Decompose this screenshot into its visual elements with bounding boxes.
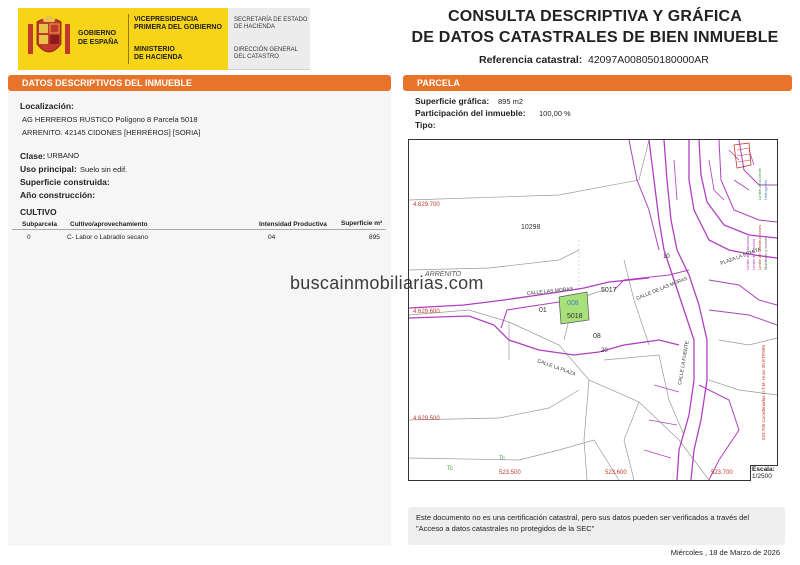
coord-label: 4.629.700	[413, 202, 440, 208]
tipo-label: Tipo:	[415, 120, 436, 130]
disclaimer-notice: Este documento no es una certificación c…	[408, 507, 785, 545]
logo-ministerio-line2: DE HACIENDA	[134, 54, 183, 61]
cadastral-map-drawing: 4.629.700 4.629.600 4.629.500 523.500 52…	[409, 140, 777, 480]
coat-of-arms-icon	[28, 15, 70, 54]
logo-separator	[128, 14, 129, 64]
parcela-header: PARCELA	[403, 75, 792, 91]
cultivo-cell-superficie: 895	[369, 234, 380, 241]
document-date: Miércoles , 18 de Marzo de 2026	[670, 548, 780, 557]
cultivo-header-cultivo: Cultivo/aprovechamiento	[70, 221, 148, 228]
cultivo-header-intensidad: Intensidad Productiva	[259, 221, 327, 228]
coord-label: 523.600	[605, 470, 627, 476]
street-label: PLAZA LA ERMITA	[720, 246, 763, 266]
coord-label: 523.500	[499, 470, 521, 476]
utm-legend: 523.700 Coordenadas U.T.M. Huso 30 ETRS8…	[761, 344, 766, 440]
logo-gobierno-line2: DE ESPAÑA	[78, 39, 119, 46]
logo-direccion-line1: DIRECCIÓN GENERAL	[234, 47, 299, 53]
cultivo-header-subparcela: Subparcela	[22, 221, 58, 228]
parcel-label: 01	[539, 307, 547, 314]
logo-gobierno-line1: GOBIERNO	[78, 30, 117, 37]
participacion-value: 100,00 %	[539, 109, 571, 118]
document-title-line1: CONSULTA DESCRIPTIVA Y GRÁFICA	[447, 8, 742, 25]
scale-value: 1/2500	[752, 473, 772, 480]
street-label: CALLE LA PLAZA	[536, 358, 577, 378]
land-use-label: Tc	[499, 456, 505, 462]
cultivo-header-divider	[12, 229, 386, 230]
cultivo-cell-subparcela: 0	[27, 234, 31, 241]
uso-principal-value: Suelo sin edif.	[80, 165, 128, 174]
participacion-label: Participación del inmueble:	[415, 108, 526, 118]
localizacion-line1: AG HERREROS RUSTICO Polígono 8 Parcela 5…	[22, 115, 198, 124]
map-legend-item: Mobiliario y aceras	[763, 237, 768, 270]
localizacion-line2: ARRENITO. 42145 CIDONES [HERREROS] [SORI…	[22, 128, 201, 137]
coord-label: 4.629.600	[413, 309, 440, 315]
cultivo-title: CULTIVO	[20, 207, 57, 217]
cultivo-header-superficie: Superficie m²	[341, 220, 383, 227]
datos-descriptivos-header: DATOS DESCRIPTIVOS DEL INMUEBLE	[8, 75, 391, 91]
parcel-label: 5018	[567, 313, 583, 320]
logo-vicepresidencia-line2: PRIMERA DEL GOBIERNO	[134, 24, 222, 31]
parcel-label: 10	[663, 254, 670, 260]
scale-label: Escala:	[752, 466, 775, 473]
superficie-construida-label: Superficie construida:	[20, 177, 110, 187]
logo-direccion-line2: DEL CATASTRO	[234, 54, 279, 60]
watermark-text: buscainmobiliarias.com	[290, 273, 484, 293]
parcel-label: 10298	[521, 224, 541, 231]
logo-secretaria-line2: DE HACIENDA	[234, 24, 276, 30]
superficie-grafica-value: 895 m2	[498, 97, 524, 106]
clase-value: URBANO	[47, 151, 80, 160]
logo-secretaria-line1: SECRETARÍA DE ESTADO	[234, 17, 308, 23]
cadastral-map[interactable]: 4.629.700 4.629.600 4.629.500 523.500 52…	[408, 139, 778, 481]
parcel-label: 008	[567, 300, 579, 307]
parcel-label: 5017	[601, 287, 617, 294]
map-legend-item: Límite de Construcciones	[757, 225, 762, 270]
map-legend-item: Hidrografía	[763, 179, 768, 200]
cultivo-cell-cultivo: C- Labor o Labradío secano	[67, 234, 148, 241]
cultivo-cell-intensidad: 04	[268, 234, 276, 241]
document-title-line2: DE DATOS CATASTRALES DE BIEN INMUEBLE	[411, 29, 779, 46]
logo-vicepresidencia-line1: VICEPRESIDENCIA	[134, 16, 199, 23]
street-label: CALLE LA FUENTE	[677, 340, 691, 385]
street-label: CALLE DE LAS MORAS	[636, 276, 690, 302]
localizacion-label: Localización:	[20, 101, 74, 111]
logo-ministerio-line1: MINISTERIO	[134, 46, 175, 53]
land-use-label: Tc	[447, 466, 453, 472]
superficie-grafica-label: Superficie gráfica:	[415, 96, 490, 106]
coord-label: 523.700	[711, 470, 733, 476]
parcel-label: 08	[593, 333, 601, 340]
referencia-label: Referencia catastral:	[479, 54, 583, 66]
parcel-label: 20	[601, 348, 608, 354]
uso-principal-label: Uso principal:	[20, 164, 77, 174]
referencia-value: 42097A008050180000AR	[588, 54, 709, 66]
map-legend-item: Límite de Parcela	[751, 238, 756, 270]
government-logo: GOBIERNO DE ESPAÑA VICEPRESIDENCIA PRIME…	[18, 8, 310, 70]
map-legend-item: Límite de Manzana	[745, 235, 750, 270]
map-legend-item: Límite zona verde	[757, 167, 762, 200]
anio-construccion-label: Año construcción:	[20, 190, 96, 200]
clase-label: Clase:	[20, 151, 46, 161]
coord-label: 4.629.500	[413, 416, 440, 422]
